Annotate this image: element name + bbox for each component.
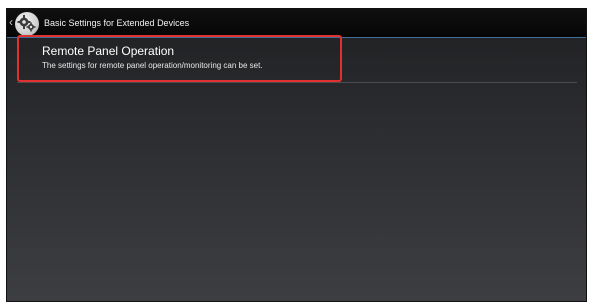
list-divider xyxy=(17,82,577,83)
chevron-left-icon[interactable]: ‹ xyxy=(9,15,13,29)
item-description: The settings for remote panel operation/… xyxy=(42,61,263,70)
item-title: Remote Panel Operation xyxy=(42,44,175,58)
list-item-remote-panel-operation[interactable]: Remote Panel Operation The settings for … xyxy=(17,35,342,82)
settings-screen: ‹ Basic Settings for Extended Devices Re… xyxy=(6,8,587,302)
header-bar: ‹ Basic Settings for Extended Devices xyxy=(7,9,586,38)
page-title: Basic Settings for Extended Devices xyxy=(44,18,190,28)
gear-icon xyxy=(15,12,39,36)
